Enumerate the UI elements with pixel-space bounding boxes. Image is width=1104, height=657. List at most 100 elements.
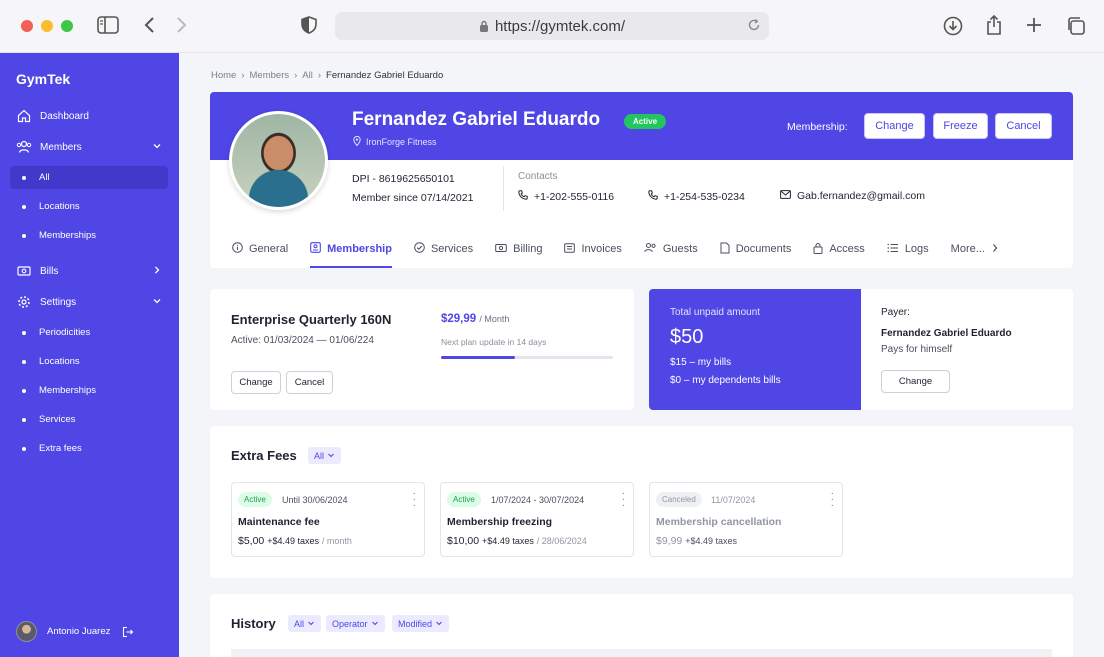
tab-access[interactable]: Access	[813, 240, 865, 258]
current-user[interactable]: Antonio Juarez	[16, 621, 134, 642]
history-filter-modified[interactable]: Modified	[392, 615, 450, 632]
member-photo	[229, 111, 328, 210]
chevron-down-icon	[435, 619, 443, 629]
info-icon	[232, 242, 243, 256]
sidebar-subitem-all[interactable]: All	[10, 166, 168, 189]
tab-general[interactable]: General	[232, 240, 288, 258]
fee-card-cancellation[interactable]: Canceled 11/07/2024 · · · Membership cance…	[649, 482, 843, 557]
fee-date: 1/07/2024 - 30/07/2024	[491, 495, 585, 505]
more-options-icon[interactable]: · · ·	[831, 489, 834, 511]
sidebar-item-bills[interactable]: Bills	[10, 259, 168, 283]
users-icon	[16, 139, 32, 155]
breadcrumb-members[interactable]: Members	[250, 70, 290, 81]
unpaid-label: Total unpaid amount	[670, 307, 761, 318]
new-tab-icon[interactable]	[1026, 17, 1042, 33]
sidebar-subitem-memberships[interactable]: Memberships	[10, 224, 168, 247]
current-plan-card: Enterprise Quarterly 160N Active: 01/03/…	[210, 289, 634, 410]
check-circle-icon	[414, 242, 425, 256]
fee-card-freezing[interactable]: Active 1/07/2024 - 30/07/2024 · · · Member…	[440, 482, 634, 557]
chevron-down-icon	[307, 619, 315, 629]
cancel-membership-button[interactable]: Cancel	[995, 113, 1052, 139]
chevron-down-icon	[371, 619, 379, 629]
sidebar-subitem-settings-memberships[interactable]: Memberships	[10, 379, 168, 402]
lock-icon	[479, 20, 489, 32]
tab-membership[interactable]: Membership	[310, 240, 392, 268]
change-membership-button[interactable]: Change	[864, 113, 925, 139]
tab-invoices[interactable]: Invoices	[564, 240, 622, 258]
fee-name: Membership freezing	[447, 516, 553, 528]
status-badge: Canceled	[656, 492, 702, 507]
change-plan-button[interactable]: Change	[231, 371, 281, 394]
member-dpi: DPI - 8619625650101	[352, 173, 455, 185]
breadcrumb-all[interactable]: All	[302, 70, 313, 81]
share-icon[interactable]	[985, 14, 1003, 36]
tab-billing[interactable]: Billing	[495, 240, 542, 258]
cancel-plan-button[interactable]: Cancel	[286, 371, 333, 394]
unpaid-amount: $50	[670, 326, 704, 348]
tabs-overview-icon[interactable]	[1066, 16, 1086, 36]
tab-documents[interactable]: Documents	[720, 240, 791, 258]
sidebar-subitem-settings-locations[interactable]: Locations	[10, 350, 168, 373]
chevron-down-icon	[327, 451, 335, 461]
tab-logs[interactable]: Logs	[887, 240, 929, 258]
payer-label: Payer:	[881, 307, 910, 318]
sidebar-item-settings[interactable]: Settings	[10, 290, 168, 314]
change-payer-button[interactable]: Change	[881, 370, 950, 393]
minimize-window-button[interactable]	[41, 20, 53, 32]
sidebar-item-members[interactable]: Members	[10, 135, 168, 159]
contact-phone-1[interactable]: +1-202-555-0116	[518, 190, 614, 203]
logout-icon[interactable]	[122, 626, 134, 638]
sidebar: GymTek Dashboard Members All Locations M…	[0, 53, 179, 657]
sidebar-subitem-extra-fees[interactable]: Extra fees	[10, 437, 168, 460]
download-icon[interactable]	[943, 16, 963, 36]
history-filter-all[interactable]: All	[288, 615, 322, 632]
more-options-icon[interactable]: · · ·	[413, 489, 416, 511]
sidebar-subitem-periodicities[interactable]: Periodicities	[10, 321, 168, 344]
plan-price: $29,99 / Month	[441, 313, 510, 325]
maximize-window-button[interactable]	[61, 20, 73, 32]
next-plan-update: Next plan update in 14 days	[441, 337, 547, 347]
fee-price: $9,99 +$4.49 taxes	[656, 535, 737, 547]
sidebar-item-label: Settings	[40, 296, 77, 308]
unpaid-amount-card: Total unpaid amount $50 $15 – my bills $…	[649, 289, 861, 410]
contact-phone-2[interactable]: +1-254-535-0234	[648, 190, 745, 203]
sidebar-subitem-locations[interactable]: Locations	[10, 195, 168, 218]
sidebar-subitem-services[interactable]: Services	[10, 408, 168, 431]
guests-icon	[644, 242, 657, 256]
cash-icon	[495, 243, 507, 256]
phone-icon	[518, 190, 528, 203]
sidebar-item-label: Members	[40, 141, 82, 153]
chevron-right-icon	[991, 243, 999, 256]
close-window-button[interactable]	[21, 20, 33, 32]
history-section: History All Operator Modified	[210, 594, 1073, 657]
membership-label: Membership:	[787, 121, 848, 133]
breadcrumb-home[interactable]: Home	[211, 70, 236, 81]
member-profile-card: Fernandez Gabriel Eduardo Active IronFor…	[210, 92, 1073, 268]
shield-icon[interactable]	[301, 16, 317, 34]
tab-services[interactable]: Services	[414, 240, 473, 258]
tab-more[interactable]: More...	[951, 240, 999, 258]
sidebar-toggle-icon[interactable]	[97, 16, 119, 34]
history-filter-operator[interactable]: Operator	[326, 615, 385, 632]
url-bar[interactable]: https://gymtek.com/	[335, 12, 769, 40]
dependents-bills: $0 – my dependents bills	[670, 375, 781, 386]
profile-tabs: General Membership Services Billing Invo…	[232, 240, 999, 268]
extra-fees-title: Extra Fees	[231, 448, 297, 463]
more-options-icon[interactable]: · · ·	[622, 489, 625, 511]
forward-icon[interactable]	[176, 16, 188, 34]
plan-dates: Active: 01/03/2024 — 01/06/224	[231, 335, 374, 346]
browser-toolbar: https://gymtek.com/	[0, 0, 1104, 53]
tab-guests[interactable]: Guests	[644, 240, 698, 258]
extra-fees-filter[interactable]: All	[308, 447, 342, 464]
home-icon	[16, 108, 32, 124]
sidebar-item-label: Dashboard	[40, 110, 89, 122]
payer-subtitle: Pays for himself	[881, 344, 953, 355]
back-icon[interactable]	[143, 16, 155, 34]
fee-card-maintenance[interactable]: Active Until 30/06/2024 · · · Maintenance …	[231, 482, 425, 557]
freeze-membership-button[interactable]: Freeze	[933, 113, 988, 139]
member-location: IronForge Fitness	[353, 135, 437, 148]
contact-email[interactable]: Gab.fernandez@gmail.com	[780, 190, 925, 202]
reload-icon[interactable]	[747, 18, 761, 36]
chevron-right-icon	[152, 265, 162, 275]
sidebar-item-dashboard[interactable]: Dashboard	[10, 104, 168, 128]
